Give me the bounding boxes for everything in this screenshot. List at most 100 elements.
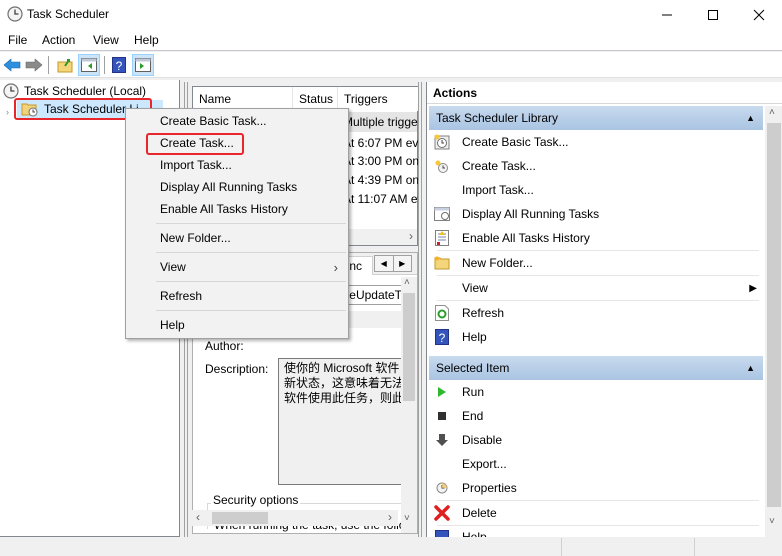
scroll-right-icon[interactable]: › xyxy=(409,229,413,243)
description-line: 使你的 Microsoft 软件 xyxy=(284,361,400,375)
action-display-all-running-tasks[interactable]: Display All Running Tasks xyxy=(429,202,763,226)
description-label: Description: xyxy=(205,362,269,376)
tab-scroll-right-icon[interactable]: ▶ xyxy=(394,256,412,271)
menu-bar: File Action View Help xyxy=(0,30,782,51)
context-menu: Create Basic Task... Create Task... Impo… xyxy=(125,108,349,339)
tab-scroll-buttons: ◀ ▶ xyxy=(374,255,412,272)
show-hide-action-pane-button[interactable] xyxy=(132,54,154,76)
disable-arrow-down-icon xyxy=(434,432,450,448)
group-header-task-scheduler-library[interactable]: Task Scheduler Library ▲ xyxy=(429,106,763,130)
forward-button[interactable] xyxy=(23,54,45,76)
action-new-folder[interactable]: New Folder... xyxy=(429,251,763,275)
action-export[interactable]: Export... xyxy=(429,452,763,476)
scroll-up-icon[interactable]: ˄ xyxy=(404,277,410,288)
scroll-thumb[interactable] xyxy=(212,512,268,524)
scroll-left-icon[interactable]: ‹ xyxy=(196,510,200,524)
run-play-icon xyxy=(434,384,450,400)
svg-text:?: ? xyxy=(116,59,123,73)
blank-icon xyxy=(434,456,450,472)
ctx-item-enable-all-tasks-history[interactable]: Enable All Tasks History xyxy=(126,198,348,220)
action-delete[interactable]: Delete xyxy=(429,501,763,525)
action-enable-all-tasks-history[interactable]: Enable All Tasks History xyxy=(429,226,763,250)
group-title: Task Scheduler Library xyxy=(436,111,559,125)
action-properties[interactable]: Properties xyxy=(429,476,763,500)
group-header-selected-item[interactable]: Selected Item ▲ xyxy=(429,356,763,380)
action-import-task[interactable]: Import Task... xyxy=(429,178,763,202)
collapse-triangle-icon[interactable]: ▲ xyxy=(746,363,755,373)
console-tree-icon xyxy=(81,58,97,72)
end-stop-icon xyxy=(434,408,450,424)
maximize-icon xyxy=(708,10,718,20)
ctx-item-refresh[interactable]: Refresh xyxy=(126,285,348,307)
ctx-item-view[interactable]: View › xyxy=(126,256,348,278)
ctx-item-new-folder[interactable]: New Folder... xyxy=(126,227,348,249)
action-label: Properties xyxy=(462,481,517,495)
menu-file[interactable]: File xyxy=(8,33,27,47)
scroll-up-icon[interactable]: ˄ xyxy=(769,107,775,118)
task-trigger: Multiple trigge xyxy=(343,115,418,129)
action-refresh[interactable]: Refresh xyxy=(429,301,763,325)
tab-scroll-left-icon[interactable]: ◀ xyxy=(375,256,394,271)
action-label: Create Task... xyxy=(462,159,536,173)
task-name-field[interactable]: eUpdateT xyxy=(343,285,405,305)
action-create-task[interactable]: Create Task... xyxy=(429,154,763,178)
task-trigger: At 3:00 PM on xyxy=(343,154,418,168)
detail-vscrollbar[interactable]: ˄ ˅ xyxy=(401,277,417,533)
help-icon xyxy=(434,530,450,537)
window-title: Task Scheduler xyxy=(27,7,110,21)
minimize-button[interactable] xyxy=(644,0,690,30)
ctx-item-create-basic-task[interactable]: Create Basic Task... xyxy=(126,110,348,132)
ctx-item-import-task[interactable]: Import Task... xyxy=(126,154,348,176)
action-label: Run xyxy=(462,385,485,399)
tree-item-label: Task Scheduler (Local) xyxy=(24,84,147,98)
actions-header: Actions xyxy=(427,82,782,104)
status-divider xyxy=(561,538,562,556)
action-label: New Folder... xyxy=(462,256,533,270)
actions-vscrollbar[interactable]: ˄ ˅ xyxy=(765,106,782,537)
scroll-right-icon[interactable]: › xyxy=(388,510,392,524)
scroll-thumb[interactable] xyxy=(767,123,781,507)
back-button[interactable] xyxy=(1,54,23,76)
task-trigger: At 11:07 AM ev xyxy=(343,192,418,206)
action-run[interactable]: Run xyxy=(429,380,763,404)
submenu-triangle-icon: ▶ xyxy=(749,282,757,294)
menu-help[interactable]: Help xyxy=(134,33,159,47)
action-disable[interactable]: Disable xyxy=(429,428,763,452)
action-label: Enable All Tasks History xyxy=(462,231,590,245)
running-tasks-icon xyxy=(434,206,450,222)
maximize-button[interactable] xyxy=(690,0,736,30)
help-button[interactable]: ? xyxy=(108,54,130,76)
action-help-selected[interactable]: Help xyxy=(429,526,763,537)
scroll-down-icon[interactable]: ˅ xyxy=(769,516,775,527)
ctx-item-help[interactable]: Help xyxy=(126,314,348,336)
back-arrow-icon xyxy=(3,58,21,72)
action-view[interactable]: View ▶ xyxy=(429,276,763,300)
up-folder-button[interactable] xyxy=(54,54,76,76)
security-options-legend: Security options xyxy=(211,493,301,507)
menu-view[interactable]: View xyxy=(93,33,119,47)
scroll-down-icon[interactable]: ˅ xyxy=(404,513,410,524)
action-end[interactable]: End xyxy=(429,404,763,428)
scroll-thumb[interactable] xyxy=(403,293,415,401)
expand-chevron-icon[interactable]: › xyxy=(6,107,9,117)
close-button[interactable] xyxy=(736,0,782,30)
action-create-basic-task[interactable]: Create Basic Task... xyxy=(429,130,763,154)
actions-pane: Actions Task Scheduler Library ▲ Create … xyxy=(426,82,782,537)
task-trigger: At 4:39 PM on xyxy=(343,173,418,187)
description-line: 软件使用此任务，则此 xyxy=(284,391,404,405)
menu-action[interactable]: Action xyxy=(42,33,75,47)
action-help[interactable]: ? Help xyxy=(429,325,763,349)
show-hide-console-tree-button[interactable] xyxy=(78,54,100,76)
forward-arrow-icon xyxy=(25,58,43,72)
detail-hscrollbar[interactable]: ‹ › xyxy=(192,510,398,526)
submenu-chevron-icon: › xyxy=(333,259,338,275)
action-label: End xyxy=(462,409,484,423)
toolbar-separator xyxy=(104,56,105,74)
collapse-triangle-icon[interactable]: ▲ xyxy=(746,113,755,123)
description-line: 新状态，这意味着无法 xyxy=(284,376,404,390)
action-label: Delete xyxy=(462,506,497,520)
description-field[interactable]: 使你的 Microsoft 软件 新状态，这意味着无法 软件使用此任务，则此 xyxy=(278,358,404,485)
column-header-triggers[interactable]: Triggers xyxy=(338,87,418,111)
ctx-item-display-all-running-tasks[interactable]: Display All Running Tasks xyxy=(126,176,348,198)
action-label: View xyxy=(462,281,488,295)
